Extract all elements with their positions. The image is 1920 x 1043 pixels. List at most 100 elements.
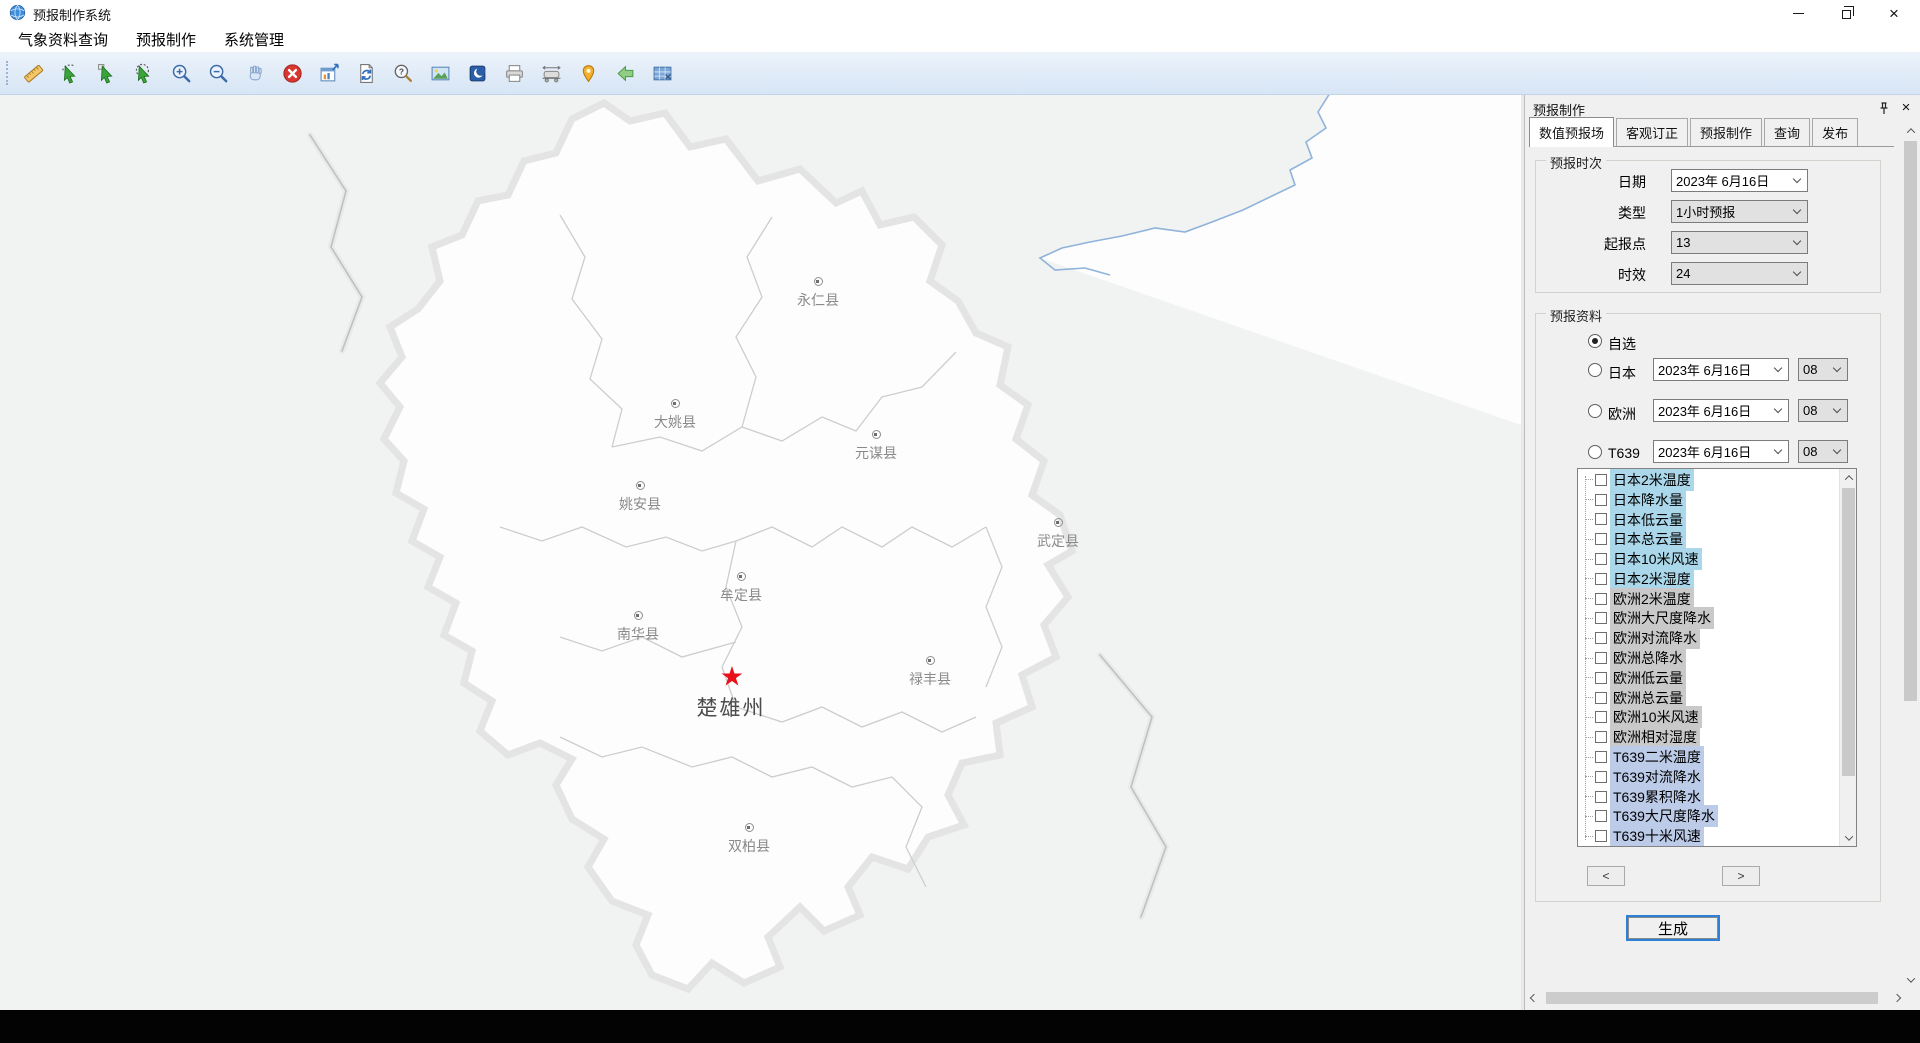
tab-publish[interactable]: 发布 <box>1812 118 1858 146</box>
japan-hour-combobox[interactable]: 08 <box>1798 358 1848 381</box>
radio-japan[interactable] <box>1588 363 1602 377</box>
checkbox[interactable] <box>1595 513 1607 525</box>
dataset-item[interactable]: T639二米温度 <box>1578 747 1839 767</box>
checkbox[interactable] <box>1595 612 1607 624</box>
checkbox[interactable] <box>1595 553 1607 565</box>
checkbox[interactable] <box>1595 771 1607 783</box>
location-pin-icon[interactable] <box>574 59 602 87</box>
checkbox[interactable] <box>1595 810 1607 822</box>
checkbox[interactable] <box>1595 632 1607 644</box>
dataset-item[interactable]: 日本2米湿度 <box>1578 569 1839 589</box>
refresh-document-icon[interactable] <box>352 59 380 87</box>
next-button[interactable]: > <box>1722 866 1760 886</box>
pin-button[interactable] <box>1875 99 1893 117</box>
generate-button[interactable]: 生成 <box>1626 915 1720 941</box>
dataset-item[interactable]: 欧洲低云量 <box>1578 668 1839 688</box>
checkbox[interactable] <box>1595 474 1607 486</box>
menu-system-management[interactable]: 系统管理 <box>210 26 298 53</box>
dataset-listbox[interactable]: 日本2米温度日本降水量日本低云量日本总云量日本10米风速日本2米湿度欧洲2米温度… <box>1577 468 1857 847</box>
menu-weather-data-query[interactable]: 气象资料查询 <box>4 26 122 53</box>
scroll-right-button[interactable] <box>1888 990 1905 1006</box>
radio-europe[interactable] <box>1588 404 1602 418</box>
tab-numerical-forecast-field[interactable]: 数值预报场 <box>1529 117 1614 147</box>
checkbox[interactable] <box>1595 830 1607 842</box>
dataset-item[interactable]: 日本10米风速 <box>1578 549 1839 569</box>
scrollbar-thumb[interactable] <box>1904 141 1917 701</box>
image-view-icon[interactable] <box>426 59 454 87</box>
checkbox[interactable] <box>1595 593 1607 605</box>
previous-button[interactable]: < <box>1587 866 1625 886</box>
europe-date-picker[interactable]: 2023年 6月16日 <box>1653 399 1789 422</box>
checkbox[interactable] <box>1595 731 1607 743</box>
dataset-item[interactable]: 欧洲2米温度 <box>1578 589 1839 609</box>
start-hour-combobox[interactable]: 13 <box>1671 231 1808 254</box>
checkbox[interactable] <box>1595 652 1607 664</box>
scroll-down-button[interactable] <box>1840 829 1857 846</box>
dataset-item[interactable]: T639累积降水 <box>1578 787 1839 807</box>
back-arrow-icon[interactable] <box>611 59 639 87</box>
europe-hour-combobox[interactable]: 08 <box>1798 399 1848 422</box>
minimize-button[interactable] <box>1775 0 1821 26</box>
restore-button[interactable] <box>1823 0 1869 26</box>
scroll-up-button[interactable] <box>1840 469 1857 486</box>
radio-self-select[interactable] <box>1588 334 1602 348</box>
panel-vertical-scrollbar[interactable] <box>1902 122 1919 988</box>
dataset-item[interactable]: 日本2米温度 <box>1578 470 1839 490</box>
menu-forecast-production[interactable]: 预报制作 <box>122 26 210 53</box>
map-canvas[interactable]: ★ 楚雄州 永仁县大姚县元谋县姚安县武定县牟定县南华县禄丰县双柏县 <box>0 95 1521 1010</box>
radio-t639[interactable] <box>1588 445 1602 459</box>
chart-window-icon[interactable] <box>315 59 343 87</box>
arrow-select-icon[interactable] <box>93 59 121 87</box>
duration-combobox[interactable]: 24 <box>1671 262 1808 285</box>
t639-date-picker[interactable]: 2023年 6月16日 <box>1653 440 1789 463</box>
circle-select-icon[interactable] <box>130 59 158 87</box>
scrollbar-thumb[interactable] <box>1546 992 1878 1004</box>
dataset-item[interactable]: 日本低云量 <box>1578 510 1839 530</box>
checkbox[interactable] <box>1595 791 1607 803</box>
checkbox[interactable] <box>1595 711 1607 723</box>
zoom-in-icon[interactable] <box>167 59 195 87</box>
scrollbar-thumb[interactable] <box>1842 488 1855 776</box>
checkbox[interactable] <box>1595 533 1607 545</box>
panel-horizontal-scrollbar[interactable] <box>1525 990 1905 1006</box>
tab-query[interactable]: 查询 <box>1764 118 1810 146</box>
type-combobox[interactable]: 1小时预报 <box>1671 200 1808 223</box>
checkbox[interactable] <box>1595 751 1607 763</box>
dataset-item[interactable]: 欧洲大尺度降水 <box>1578 609 1839 629</box>
list-scrollbar[interactable] <box>1839 469 1856 846</box>
checkbox[interactable] <box>1595 672 1607 684</box>
dataset-item[interactable]: T639大尺度降水 <box>1578 807 1839 827</box>
japan-date-picker[interactable]: 2023年 6月16日 <box>1653 358 1789 381</box>
search-help-icon[interactable]: ? <box>389 59 417 87</box>
t639-hour-combobox[interactable]: 08 <box>1798 440 1848 463</box>
tab-objective-correction[interactable]: 客观订正 <box>1616 118 1688 146</box>
dataset-item[interactable]: 欧洲总降水 <box>1578 648 1839 668</box>
dataset-item[interactable]: 欧洲总云量 <box>1578 688 1839 708</box>
close-button[interactable]: × <box>1871 0 1917 26</box>
zoom-out-icon[interactable] <box>204 59 232 87</box>
dataset-item[interactable]: 欧洲10米风速 <box>1578 708 1839 728</box>
map-export-icon[interactable] <box>648 59 676 87</box>
dataset-item[interactable]: T639十米风速 <box>1578 826 1839 846</box>
checkbox[interactable] <box>1595 692 1607 704</box>
scroll-left-button[interactable] <box>1525 990 1542 1006</box>
dataset-item[interactable]: 欧洲相对湿度 <box>1578 727 1839 747</box>
checkbox[interactable] <box>1595 573 1607 585</box>
dataset-item[interactable]: 日本总云量 <box>1578 529 1839 549</box>
arc-select-icon[interactable] <box>56 59 84 87</box>
scroll-up-button[interactable] <box>1902 122 1919 139</box>
print-preview-icon[interactable] <box>537 59 565 87</box>
date-picker[interactable]: 2023年 6月16日 <box>1671 169 1808 192</box>
print-icon[interactable] <box>500 59 528 87</box>
dataset-item[interactable]: 欧洲对流降水 <box>1578 628 1839 648</box>
stop-icon[interactable] <box>278 59 306 87</box>
dataset-item[interactable]: 日本降水量 <box>1578 490 1839 510</box>
scroll-down-button[interactable] <box>1902 971 1919 988</box>
dataset-item[interactable]: T639对流降水 <box>1578 767 1839 787</box>
night-view-icon[interactable] <box>463 59 491 87</box>
checkbox[interactable] <box>1595 494 1607 506</box>
panel-close-button[interactable]: × <box>1897 98 1915 116</box>
pan-hand-icon[interactable] <box>241 59 269 87</box>
tab-forecast-production[interactable]: 预报制作 <box>1690 118 1762 146</box>
measure-ruler-icon[interactable] <box>19 59 47 87</box>
